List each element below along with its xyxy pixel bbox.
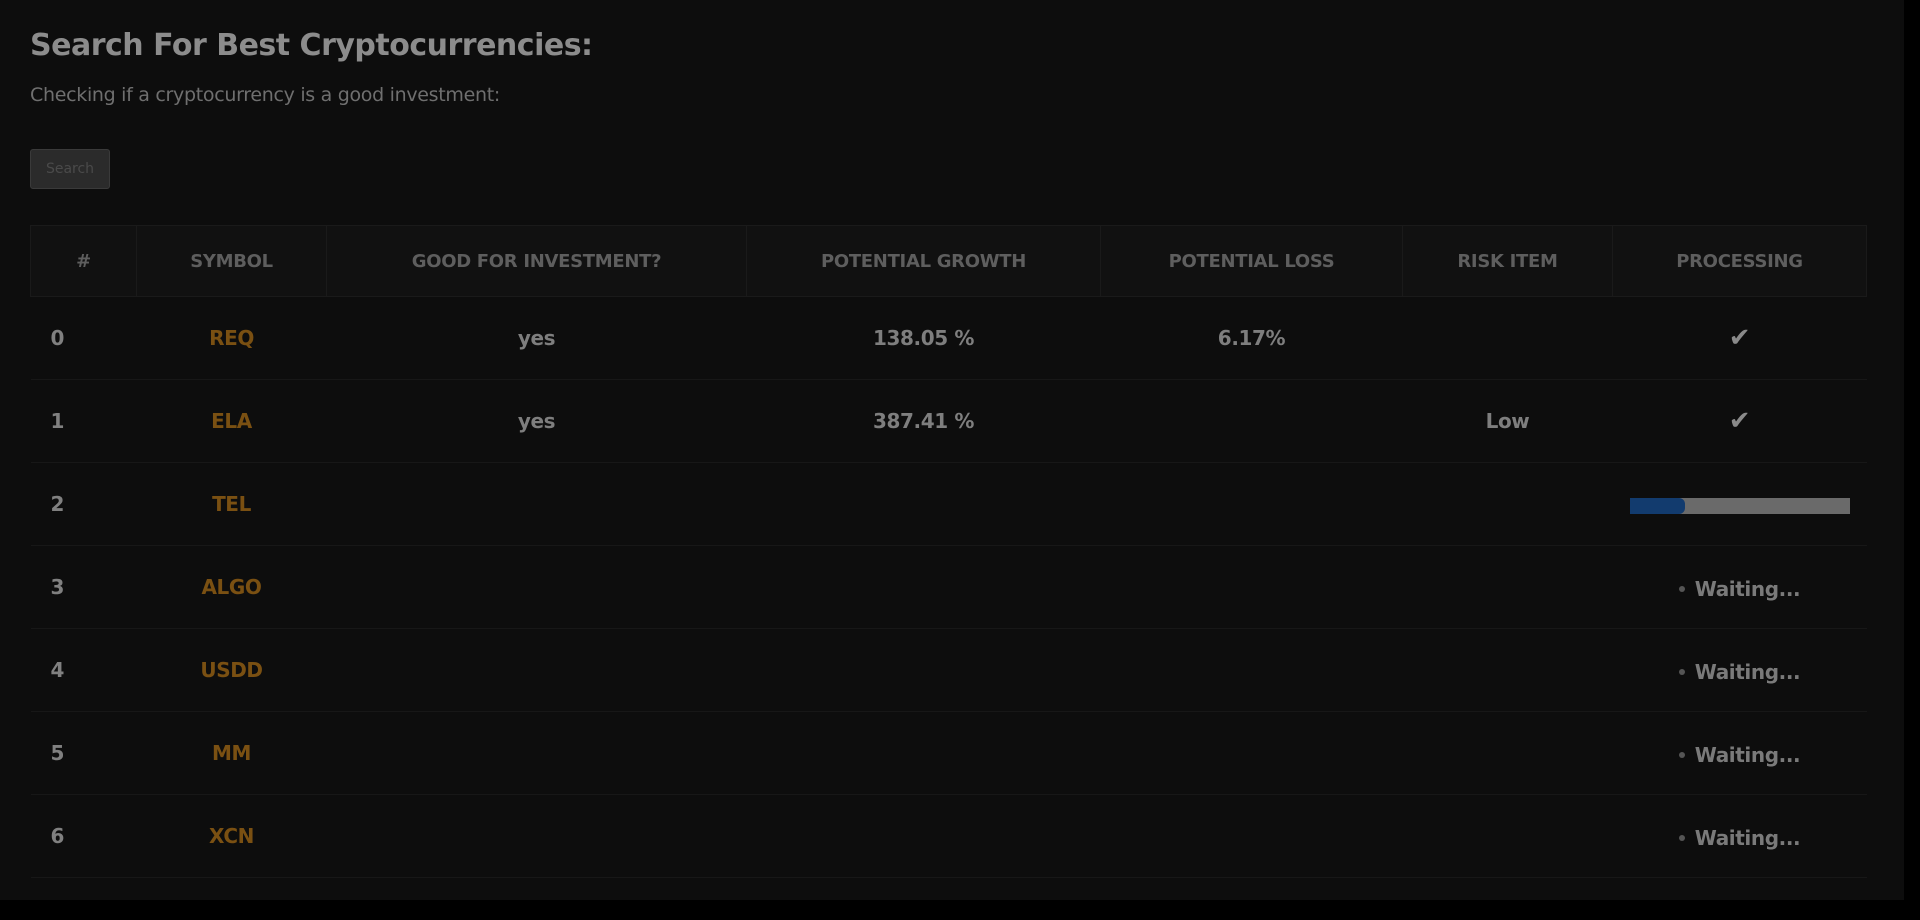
row-potential-loss	[1100, 628, 1403, 712]
row-good-for-investment: yes	[326, 379, 747, 463]
table-row: 6 XCN Waiting...	[30, 794, 1867, 878]
row-index: 0	[30, 296, 137, 380]
waiting-label: Waiting...	[1694, 577, 1801, 601]
row-potential-growth	[746, 462, 1101, 546]
results-table: # SYMBOL GOOD FOR INVESTMENT? POTENTIAL …	[30, 225, 1867, 878]
waiting-status: Waiting...	[1678, 660, 1801, 684]
row-symbol: ELA	[136, 379, 327, 463]
row-index: 6	[30, 794, 137, 878]
waiting-label: Waiting...	[1694, 660, 1801, 684]
progress-bar-fill	[1629, 497, 1685, 514]
row-processing: Waiting...	[1612, 628, 1867, 712]
page-subtitle: Checking if a cryptocurrency is a good i…	[30, 84, 501, 106]
table-row: 0 REQ yes 138.05 % 6.17% ✔	[30, 296, 1867, 380]
row-symbol: USDD	[136, 628, 327, 712]
row-index: 5	[30, 711, 137, 795]
row-processing: Waiting...	[1612, 545, 1867, 629]
row-potential-growth	[746, 711, 1101, 795]
table-row: 2 TEL	[30, 462, 1867, 546]
dot-icon	[1678, 669, 1685, 675]
column-header-good-for-investment: GOOD FOR INVESTMENT?	[326, 225, 747, 297]
column-header-risk-item: RISK ITEM	[1402, 225, 1613, 297]
check-icon: ✔	[1728, 406, 1751, 436]
row-index: 3	[30, 545, 137, 629]
row-good-for-investment	[326, 794, 747, 878]
row-risk-item	[1402, 545, 1613, 629]
row-symbol: TEL	[136, 462, 327, 546]
dot-icon	[1678, 835, 1685, 841]
row-good-for-investment	[326, 711, 747, 795]
main-panel: Search For Best Cryptocurrencies: Checki…	[0, 0, 1904, 900]
table-row: 4 USDD Waiting...	[30, 628, 1867, 712]
column-header-symbol: SYMBOL	[136, 225, 327, 297]
row-potential-growth	[746, 628, 1101, 712]
check-icon: ✔	[1728, 323, 1751, 353]
table-row: 5 MM Waiting...	[30, 711, 1867, 795]
row-risk-item	[1402, 628, 1613, 712]
row-potential-growth	[746, 545, 1101, 629]
dot-icon	[1678, 586, 1685, 592]
waiting-status: Waiting...	[1678, 743, 1801, 767]
waiting-status: Waiting...	[1678, 577, 1801, 601]
row-processing: ✔	[1612, 379, 1867, 463]
row-potential-loss	[1100, 379, 1403, 463]
row-good-for-investment	[326, 628, 747, 712]
row-potential-growth: 387.41 %	[746, 379, 1101, 463]
row-processing: Waiting...	[1612, 711, 1867, 795]
row-potential-loss	[1100, 794, 1403, 878]
column-header-processing: PROCESSING	[1612, 225, 1867, 297]
table-header-row: # SYMBOL GOOD FOR INVESTMENT? POTENTIAL …	[30, 225, 1867, 297]
row-risk-item	[1402, 711, 1613, 795]
row-potential-loss	[1100, 545, 1403, 629]
waiting-label: Waiting...	[1694, 743, 1801, 767]
row-risk-item	[1402, 296, 1613, 380]
row-processing: ✔	[1612, 296, 1867, 380]
waiting-status: Waiting...	[1678, 826, 1801, 850]
row-good-for-investment	[326, 462, 747, 546]
row-processing: Waiting...	[1612, 794, 1867, 878]
row-index: 1	[30, 379, 137, 463]
row-risk-item	[1402, 794, 1613, 878]
dot-icon	[1678, 752, 1685, 758]
row-potential-loss: 6.17%	[1100, 296, 1403, 380]
row-processing	[1612, 462, 1867, 546]
column-header-potential-loss: POTENTIAL LOSS	[1100, 225, 1403, 297]
page-title: Search For Best Cryptocurrencies:	[30, 28, 593, 63]
row-symbol: ALGO	[136, 545, 327, 629]
row-potential-growth: 138.05 %	[746, 296, 1101, 380]
row-index: 4	[30, 628, 137, 712]
column-header-potential-growth: POTENTIAL GROWTH	[746, 225, 1101, 297]
row-potential-growth	[746, 794, 1101, 878]
table-row: 1 ELA yes 387.41 % Low ✔	[30, 379, 1867, 463]
table-row: 3 ALGO Waiting...	[30, 545, 1867, 629]
row-risk-item	[1402, 462, 1613, 546]
row-risk-item: Low	[1402, 379, 1613, 463]
waiting-label: Waiting...	[1694, 826, 1801, 850]
row-symbol: XCN	[136, 794, 327, 878]
row-potential-loss	[1100, 462, 1403, 546]
row-potential-loss	[1100, 711, 1403, 795]
row-good-for-investment	[326, 545, 747, 629]
search-button[interactable]: Search	[30, 149, 110, 189]
row-index: 2	[30, 462, 137, 546]
progress-bar	[1629, 497, 1850, 514]
row-symbol: MM	[136, 711, 327, 795]
row-symbol: REQ	[136, 296, 327, 380]
row-good-for-investment: yes	[326, 296, 747, 380]
column-header-index: #	[30, 225, 137, 297]
